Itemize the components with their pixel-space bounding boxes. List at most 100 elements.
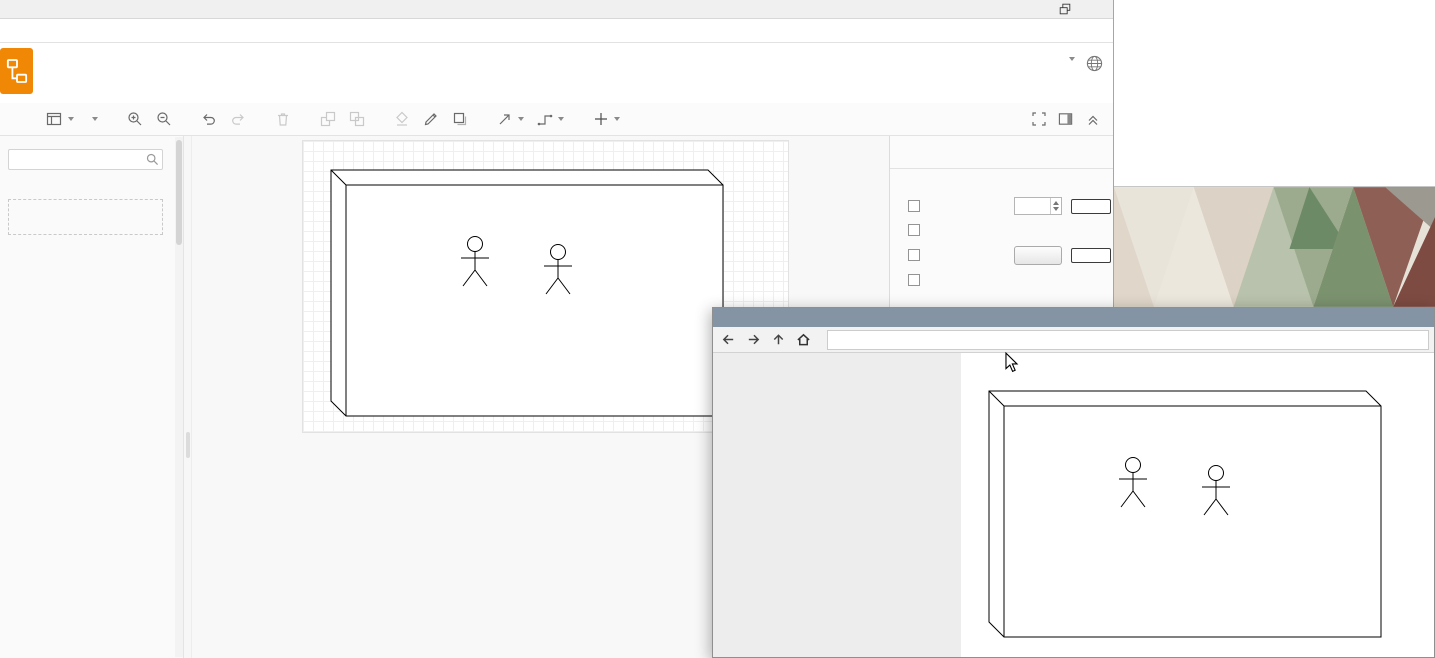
window-titlebar[interactable] (0, 0, 1113, 19)
browser-url-bar (0, 19, 1113, 43)
grid-size-input[interactable] (1014, 197, 1062, 215)
file-preview-pane (961, 353, 1434, 657)
restore-icon (1058, 2, 1072, 16)
arrow-right-icon (746, 332, 761, 347)
arrow-up-icon (771, 332, 786, 347)
grid-checkbox[interactable] (908, 200, 920, 212)
collapse-toolbar-button[interactable] (1085, 111, 1101, 127)
background-row (908, 242, 1113, 268)
grid-row (908, 194, 1113, 218)
home-icon (796, 332, 811, 347)
connection-style-button[interactable] (497, 111, 524, 127)
redo-button[interactable] (230, 111, 246, 127)
file-browser-navbar (713, 327, 1434, 353)
background-color-button[interactable] (1071, 248, 1111, 263)
to-back-icon (349, 111, 365, 127)
scratchpad-drop-zone[interactable] (8, 199, 163, 235)
home-button[interactable] (793, 330, 813, 350)
redo-icon (230, 111, 246, 127)
sidebar-collapse-handle[interactable] (186, 432, 190, 458)
screen (0, 0, 1435, 658)
background-checkbox[interactable] (908, 249, 920, 261)
zoom-in-icon (127, 111, 143, 127)
search-icon[interactable] (146, 153, 159, 169)
search-shapes-area (0, 136, 183, 170)
wallpaper-pattern (1114, 187, 1435, 307)
zoom-in-button[interactable] (127, 111, 143, 127)
undo-button[interactable] (201, 111, 217, 127)
minimize-button[interactable] (1027, 1, 1043, 17)
undo-icon (201, 111, 217, 127)
format-panel-icon (1058, 111, 1074, 127)
to-front-button[interactable] (320, 111, 336, 127)
close-button[interactable] (1087, 1, 1103, 17)
language-button[interactable] (1086, 55, 1103, 77)
sidebar-resize-gutter[interactable] (184, 136, 192, 658)
cube-shape[interactable] (331, 170, 723, 416)
back-button[interactable] (718, 330, 738, 350)
page-view-checkbox[interactable] (908, 224, 920, 236)
line-color-button[interactable] (423, 111, 439, 127)
file-list (713, 353, 961, 657)
connection-arrow-icon (497, 111, 513, 127)
maximize-button[interactable] (1057, 1, 1073, 17)
drawio-toolbar (0, 103, 1113, 136)
tab-diagram[interactable] (890, 136, 1113, 169)
waypoints-button[interactable] (537, 111, 564, 127)
page-view-row (908, 218, 1113, 242)
arrow-left-icon (721, 332, 736, 347)
forward-button[interactable] (743, 330, 763, 350)
zoom-out-icon (156, 111, 172, 127)
page-view-icon (46, 111, 63, 127)
shadow-icon (452, 111, 468, 127)
search-shapes-input[interactable] (9, 150, 162, 169)
fullscreen-button[interactable] (1031, 111, 1047, 127)
scratchpad-header (0, 187, 183, 193)
caret-down-icon (68, 117, 74, 121)
pencil-icon (423, 111, 439, 127)
fill-color-icon (394, 111, 410, 127)
waypoints-icon (537, 111, 553, 127)
diagram (330, 169, 724, 417)
cursor-arrow-icon (1004, 352, 1019, 373)
chevron-up-icon (1085, 111, 1101, 127)
grid-color-button[interactable] (1071, 199, 1111, 214)
to-back-button[interactable] (349, 111, 365, 127)
globe-icon (1086, 55, 1103, 72)
drawio-logo (0, 48, 33, 94)
fill-color-button[interactable] (394, 111, 410, 127)
page-view-button[interactable] (46, 111, 74, 127)
insert-button[interactable] (593, 111, 620, 127)
browser-url-input[interactable] (0, 19, 1113, 42)
desktop-wallpaper (1114, 186, 1435, 307)
format-panel-toggle-button[interactable] (1058, 111, 1074, 127)
mouse-cursor (1004, 352, 1019, 378)
file-browser-body (713, 353, 1434, 657)
preview-diagram (988, 390, 1382, 638)
zoom-out-button[interactable] (156, 111, 172, 127)
delete-button[interactable] (275, 111, 291, 127)
sidebar-scrollbar-thumb[interactable] (176, 140, 182, 245)
window-controls (1027, 1, 1103, 17)
section-general[interactable] (0, 252, 183, 260)
fullscreen-icon (1031, 111, 1047, 127)
file-browser-url-input[interactable] (827, 330, 1429, 350)
caret-down-icon (558, 117, 564, 121)
cube-shape (989, 391, 1381, 637)
user-menu[interactable] (1058, 57, 1075, 61)
shape-sidebar (0, 136, 184, 658)
drawio-logo-icon (6, 57, 28, 85)
shadow-checkbox[interactable] (908, 274, 920, 286)
file-browser-window (712, 307, 1435, 658)
sidebar-scrollbar[interactable] (175, 137, 183, 657)
caret-down-icon (92, 117, 98, 121)
up-button[interactable] (768, 330, 788, 350)
background-image-button[interactable] (1014, 246, 1062, 265)
zoom-select[interactable] (87, 117, 98, 121)
file-browser-titlebar[interactable] (713, 308, 1434, 327)
shadow-button[interactable] (452, 111, 468, 127)
toolbar-right-group (1031, 111, 1101, 127)
caret-down-icon (614, 117, 620, 121)
to-front-icon (320, 111, 336, 127)
grid-size-spinner[interactable] (1050, 198, 1061, 214)
